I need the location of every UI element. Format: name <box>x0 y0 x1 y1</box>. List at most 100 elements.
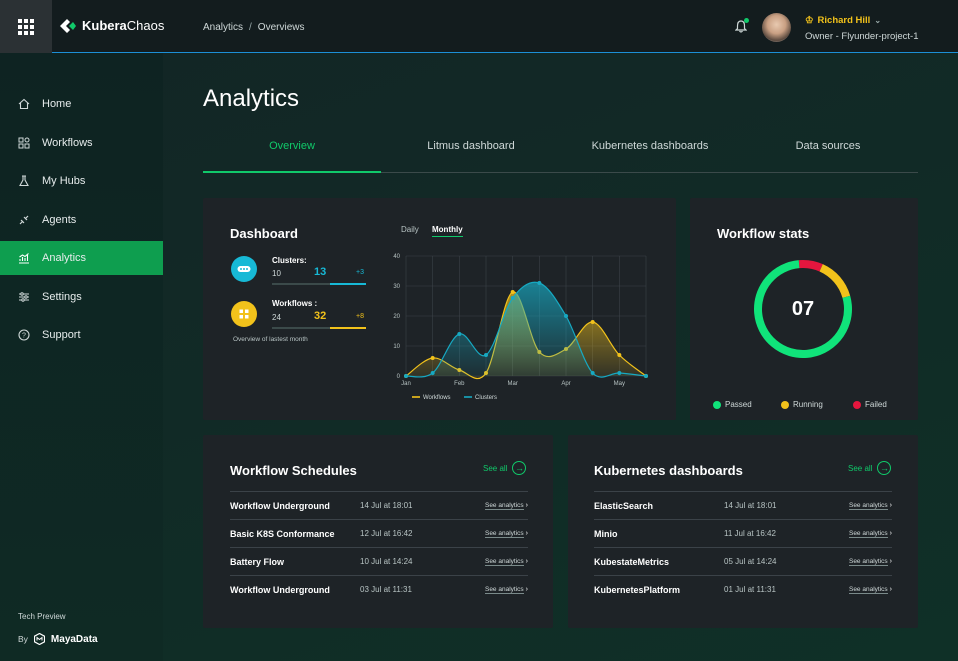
dashboard-card: Dashboard Clusters: 10 13 +3 Workflows :… <box>203 198 676 420</box>
see-analytics-link[interactable]: See analytics <box>484 586 524 594</box>
clusters-icon <box>231 256 257 282</box>
avatar[interactable] <box>762 13 791 42</box>
table-row: Workflow Underground 14 Jul at 18:01 See a… <box>230 491 528 519</box>
breadcrumb: Analytics / Overviews <box>203 22 304 33</box>
data-point-clusters <box>590 371 595 375</box>
page-title: Analytics <box>203 85 300 112</box>
workflow-stats-card: Workflow stats 07 Passed Running Failed <box>690 198 918 420</box>
clusters-delta-bar <box>330 283 366 285</box>
tab-data-sources[interactable]: Data sources <box>739 140 917 152</box>
workflow-schedules-card: Workflow Schedules See all → Workflow Und… <box>203 435 553 628</box>
row-time: 12 Jul at 16:42 <box>360 529 413 538</box>
sidebar-item-support[interactable]: ? Support <box>0 318 163 352</box>
data-point-workflows <box>510 290 515 294</box>
analytics-icon <box>19 253 29 264</box>
home-icon <box>18 98 30 110</box>
kubera-logo-icon <box>60 18 76 33</box>
sidebar-item-label: Workflows <box>42 137 93 149</box>
user-role: Owner - Flyunder-project-1 <box>805 31 919 42</box>
x-tick-label: May <box>614 381 625 387</box>
arrow-right-icon: → <box>512 461 527 475</box>
row-time: 10 Jul at 14:24 <box>360 557 413 566</box>
legend-dot <box>853 400 861 409</box>
legend-failed: Failed <box>853 400 887 409</box>
sidebar-item-analytics[interactable]: Analytics <box>0 241 163 275</box>
clusters-label: Clusters: <box>272 256 307 265</box>
legend-label-workflows: Workflows <box>423 395 451 401</box>
sidebar-item-settings[interactable]: Settings <box>0 280 163 314</box>
notifications-button[interactable] <box>734 18 749 38</box>
hub-icon <box>19 175 29 187</box>
data-point-workflows <box>617 353 622 357</box>
data-point-clusters <box>484 353 488 357</box>
tab-overview[interactable]: Overview <box>203 140 381 152</box>
chevron-right-icon: › <box>525 558 528 565</box>
tech-preview-label: Tech Preview <box>18 612 66 621</box>
arrow-right-icon: → <box>877 461 892 475</box>
workflows-current: 32 <box>314 310 327 322</box>
tab-kubernetes-dashboards[interactable]: Kubernetes dashboards <box>561 140 739 152</box>
app-window: KuberaChaos Analytics / Overviews ♔ Richard… <box>0 0 958 661</box>
chevron-right-icon: › <box>525 502 528 509</box>
workflow-count: 07 <box>791 297 815 320</box>
see-analytics-link[interactable]: See analytics <box>848 502 888 510</box>
see-all-label: See all <box>483 463 508 473</box>
workflows-label: Workflows : <box>272 299 318 308</box>
workflows-stat-icon <box>231 301 257 327</box>
y-tick-label: 30 <box>393 284 400 290</box>
legend-dot <box>781 400 789 409</box>
data-point-workflows <box>590 320 595 324</box>
sidebar-item-workflows[interactable]: Workflows <box>0 126 163 160</box>
chevron-right-icon: › <box>525 530 528 537</box>
support-icon: ? <box>18 329 30 341</box>
legend-label: Passed <box>725 400 752 409</box>
chevron-down-icon: ⌄ <box>874 16 882 25</box>
breadcrumb-separator: / <box>249 22 252 33</box>
legend-dot <box>713 400 721 409</box>
clusters-prev: 10 <box>272 269 281 278</box>
chevron-right-icon: › <box>889 586 892 593</box>
clusters-current: 13 <box>314 266 327 278</box>
sidebar-item-my-hubs[interactable]: My Hubs <box>0 164 163 198</box>
table-row: KubernetesPlatform 01 Jul at 11:31 See ana… <box>594 575 892 603</box>
app-launcher-button[interactable] <box>0 0 52 53</box>
legend-label-clusters: Clusters <box>475 395 497 401</box>
by-label: By <box>18 634 28 644</box>
see-analytics-link[interactable]: See analytics <box>484 530 524 538</box>
data-point-clusters <box>430 371 435 375</box>
schedules-see-all-button[interactable]: See all → <box>483 461 527 475</box>
see-all-label: See all <box>848 463 873 473</box>
sidebar-item-home[interactable]: Home <box>0 87 163 121</box>
k8s-see-all-button[interactable]: See all → <box>848 461 892 475</box>
see-analytics-link[interactable]: See analytics <box>848 558 888 566</box>
toggle-monthly[interactable]: Monthly <box>432 225 463 237</box>
x-tick-label: Jan <box>401 381 411 387</box>
see-analytics-link[interactable]: See analytics <box>484 558 524 566</box>
see-analytics-link[interactable]: See analytics <box>848 586 888 594</box>
dashboard-area-chart: 0 10 20 30 40 Jan Feb Mar Apr May Workflows Cluster… <box>393 254 648 401</box>
dashboard-title: Dashboard <box>230 226 298 241</box>
brand-name-bold: Kubera <box>82 18 127 33</box>
toggle-daily[interactable]: Daily <box>401 225 419 234</box>
see-analytics-link[interactable]: See analytics <box>484 502 524 510</box>
table-row: Workflow Underground 03 Jul at 11:31 See a… <box>230 575 528 603</box>
row-name: Minio <box>594 528 618 539</box>
x-tick-label: Feb <box>454 381 465 387</box>
workflows-stat: 24 32 +8 <box>272 310 366 329</box>
data-point-workflows <box>430 356 435 360</box>
analytics-tabs: Overview Litmus dashboard Kubernetes das… <box>203 130 918 173</box>
workflows-prev: 24 <box>272 313 281 322</box>
notification-dot <box>744 18 749 23</box>
sidebar-item-label: Settings <box>42 291 82 303</box>
sidebar-item-agents[interactable]: Agents <box>0 203 163 237</box>
workflows-delta-bar <box>330 327 366 329</box>
user-menu[interactable]: ♔ Richard Hill ⌄ Owner - Flyunder-project-… <box>805 15 919 42</box>
tab-litmus-dashboard[interactable]: Litmus dashboard <box>382 140 560 152</box>
vendor-credit: By MayaData <box>18 633 98 645</box>
table-row: Minio 11 Jul at 16:42 See analytics › <box>594 519 892 547</box>
row-name: KubestateMetrics <box>594 556 670 567</box>
row-time: 05 Jul at 14:24 <box>724 557 777 566</box>
see-analytics-link[interactable]: See analytics <box>848 530 888 538</box>
brand-logo[interactable]: KuberaChaos <box>60 18 164 33</box>
breadcrumb-parent[interactable]: Analytics <box>203 22 243 33</box>
